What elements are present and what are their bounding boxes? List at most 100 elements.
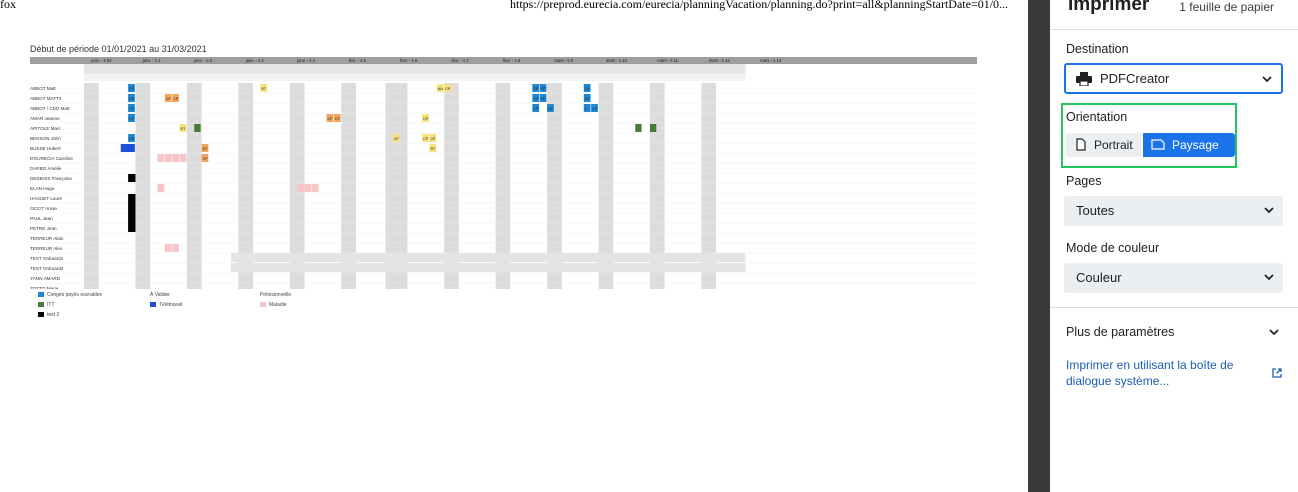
itt-cell — [194, 124, 201, 132]
color-mode-label: Mode de couleur — [1066, 241, 1160, 255]
legend-swatch-itt — [38, 302, 44, 308]
week-label: janv. - s 3 — [245, 58, 265, 63]
employee-name: ABBOT Matt — [30, 86, 56, 91]
panel-separator — [1050, 307, 1298, 308]
week-label: janv. - s 2 — [193, 58, 213, 63]
destination-select[interactable]: PDFCreator — [1064, 63, 1283, 94]
absence-code: CP — [173, 97, 179, 101]
portrait-button[interactable]: Portrait — [1066, 133, 1141, 157]
legend-a-valider-label: À Valider — [150, 292, 170, 298]
sick-cell — [311, 184, 319, 192]
printer-icon — [1076, 72, 1092, 86]
legend-teletravail: Télétravail — [150, 302, 182, 308]
employee-name: BENSON John — [30, 136, 61, 141]
absence-code: RT — [261, 87, 267, 91]
employee-name: YANN AMARD — [30, 276, 61, 281]
absence-code: CP — [129, 87, 135, 91]
employee-name: TERREUR Alain — [30, 236, 64, 241]
weekend-column — [186, 83, 195, 289]
absence-code: CP — [533, 107, 539, 111]
absence-code: RT — [203, 147, 209, 151]
employee-name: BUSSE Hubert — [30, 146, 61, 151]
portrait-label: Portrait — [1094, 138, 1133, 152]
employee-name: TEST Onboard1 — [30, 256, 64, 261]
employee-name: TERREUR Alex — [30, 246, 63, 251]
legend-test2-label: test 2 — [47, 312, 60, 318]
chevron-down-icon — [1262, 76, 1272, 83]
legend-swatch-conges — [38, 292, 44, 298]
page-header-url: https://preprod.eurecia.com/eurecia/plan… — [510, 0, 1009, 11]
legend-previsionnelle: Prévisionnelle — [260, 292, 291, 298]
legend-conges-label: Congés payés ouvrables — [47, 292, 103, 298]
sick-cell — [157, 184, 165, 192]
legend-swatch-maladie — [260, 302, 266, 308]
legend-previsionnelle-label: Prévisionnelle — [260, 292, 292, 298]
preview-scrollbar[interactable] — [1028, 0, 1050, 492]
week-label: mars - s 10 — [606, 58, 628, 63]
absence-code: CP — [541, 97, 547, 101]
destination-label: Destination — [1066, 42, 1129, 56]
legend-itt: ITT — [38, 302, 55, 308]
landscape-page-icon — [1151, 139, 1165, 150]
sick-cell — [157, 154, 165, 162]
orientation-label: Orientation — [1066, 110, 1128, 124]
absence-code: CP — [394, 137, 400, 141]
pages-select[interactable]: Toutes — [1064, 196, 1283, 226]
test2-block — [128, 194, 136, 232]
sick-cell — [164, 244, 172, 252]
absence-code: CP — [548, 107, 554, 111]
teletravail-cell — [120, 144, 135, 152]
absence-code: CP — [129, 107, 135, 111]
inactive-row-block — [231, 253, 746, 262]
absence-code: CP — [445, 87, 451, 91]
print-preview: fox https://preprod.eurecia.com/eurecia/… — [0, 0, 1028, 492]
landscape-label: Paysage — [1172, 138, 1219, 152]
chevron-down-icon[interactable] — [1268, 327, 1280, 337]
absence-code: CP — [533, 87, 539, 91]
itt-cell — [635, 124, 642, 132]
absence-code: CP — [129, 117, 135, 121]
absence-code: RT — [430, 147, 436, 151]
sick-cell — [164, 154, 172, 162]
absence-code: CP — [541, 87, 547, 91]
page-header-title: fox — [0, 0, 16, 11]
employee-name: PAUL Jean — [30, 216, 53, 221]
portrait-page-icon — [1076, 138, 1086, 151]
panel-divider — [1050, 29, 1298, 30]
color-mode-select[interactable]: Couleur — [1064, 263, 1283, 293]
destination-value: PDFCreator — [1100, 71, 1170, 86]
employee-name: DARBO Amélie — [30, 166, 62, 171]
absence-code: CP — [592, 107, 598, 111]
absence-code: CP — [585, 87, 591, 91]
chevron-down-icon — [1264, 207, 1274, 214]
absence-code: CP — [533, 97, 539, 101]
absence-code: CP — [166, 97, 172, 101]
more-settings-toggle[interactable]: Plus de paramètres — [1066, 325, 1174, 339]
sick-cell — [179, 154, 187, 162]
absence-code: C — [585, 107, 588, 111]
absence-code: CP — [423, 117, 429, 121]
legend-itt-label: ITT — [47, 302, 55, 308]
absence-code: RT — [181, 127, 187, 131]
employee-name: PETRE Jean — [30, 226, 57, 231]
sick-cell — [304, 184, 312, 192]
sick-cell — [172, 154, 179, 162]
employee-name: ABBOT / CDD Matt — [30, 106, 70, 111]
landscape-button[interactable]: Paysage — [1143, 133, 1235, 157]
employee-name: TEST Onboard2 — [30, 266, 64, 271]
legend-swatch-teletravail — [150, 302, 156, 308]
sick-cell — [297, 184, 304, 192]
employee-name: AMAR Jeanne — [30, 116, 60, 121]
panel-title: Imprimer — [1068, 0, 1150, 15]
absence-code: CP — [585, 97, 591, 101]
week-label: mars - s 13 — [760, 58, 782, 63]
week-label: janv. - s 4 — [296, 58, 316, 63]
sick-cell — [172, 244, 179, 252]
week-label: mars - s 12 — [709, 58, 731, 63]
weekend-column — [194, 83, 202, 289]
pages-label: Pages — [1066, 174, 1102, 188]
print-settings-panel: Imprimer 1 feuille de papier Destination… — [1050, 0, 1298, 492]
period-title: Début de période 01/01/2021 au 31/03/202… — [30, 44, 207, 54]
system-dialog-link[interactable]: Imprimer en utilisant la boîte de dialog… — [1066, 357, 1256, 389]
planning-grid: janv. - s 53 janv. - s 1 janv. - s 2 janv. … — [30, 57, 977, 289]
